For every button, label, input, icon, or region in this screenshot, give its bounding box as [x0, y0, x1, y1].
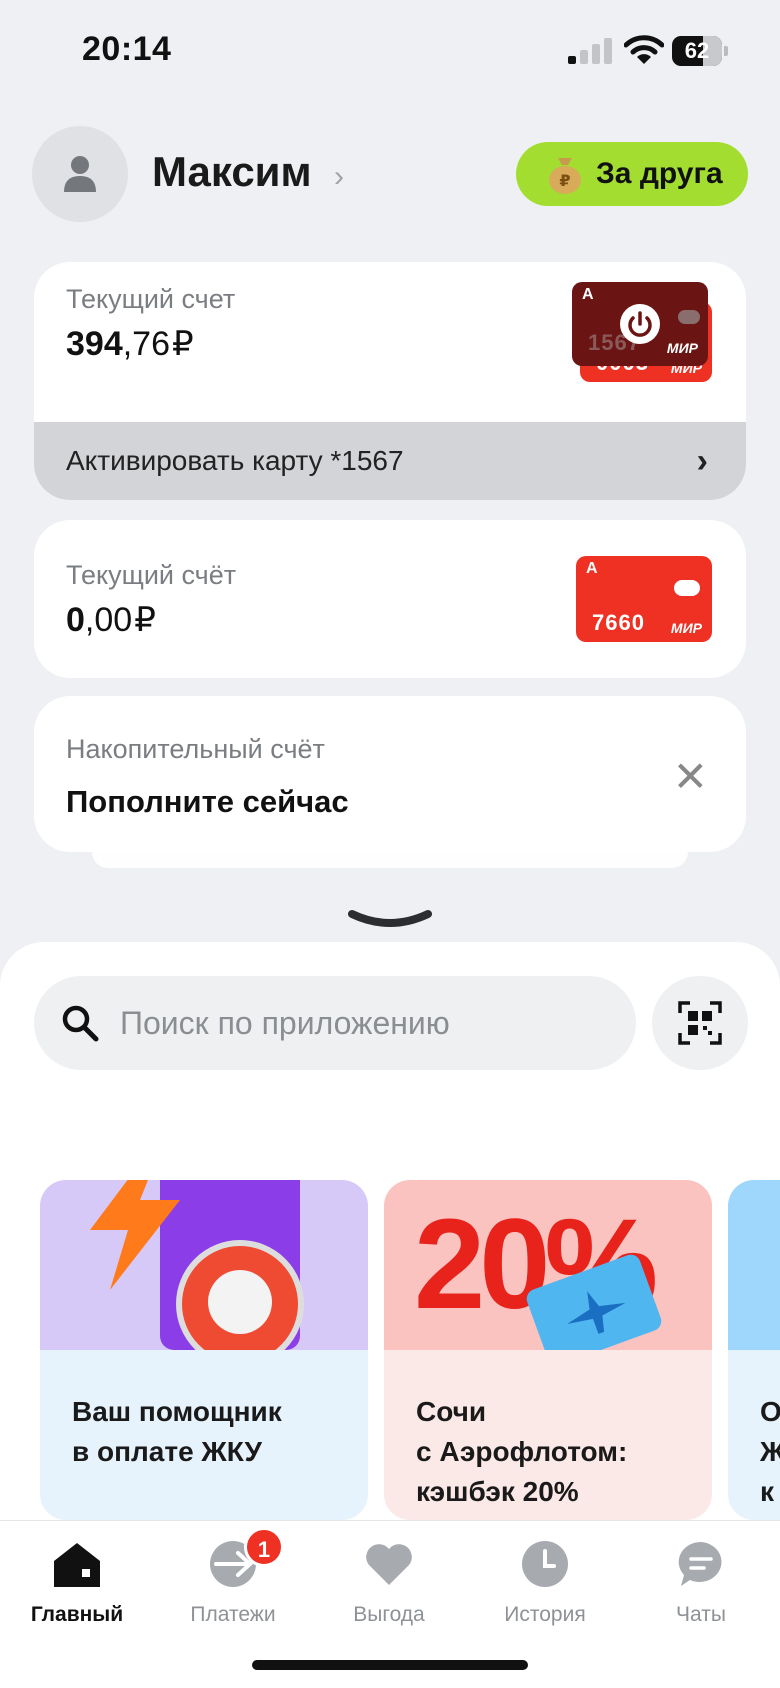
battery-icon: 62 [672, 36, 728, 66]
savings-account-card[interactable]: Накопительный счёт Пополните сейчас ✕ [34, 696, 746, 852]
tab-payments[interactable]: 1 Платежи [158, 1527, 308, 1627]
promo-title: Ваш помощник в оплате ЖКУ [72, 1396, 282, 1467]
tab-label: Главный [30, 1603, 124, 1626]
close-icon[interactable]: ✕ [673, 752, 708, 801]
search-bar[interactable]: Поиск по приложению [34, 976, 636, 1070]
chevron-right-icon: › [696, 442, 708, 480]
notification-badge: 1 [244, 1527, 284, 1567]
cloud-icon [678, 310, 700, 324]
account-balance: 394,76₽ [66, 325, 194, 363]
card-network: МИР [666, 340, 698, 356]
search-icon [60, 1003, 100, 1043]
promo-title: О Ж к [760, 1396, 780, 1507]
invite-friend-button[interactable]: ₽ За друга [516, 142, 748, 206]
card-number: 7660 [592, 610, 645, 635]
activate-card-bar[interactable]: Активировать карту *1567 › [34, 422, 746, 500]
promo-card-sochi[interactable]: 20% Сочи с Аэрофлотом: кэшбэк 20% [384, 1180, 712, 1520]
payments-icon: 1 [208, 1527, 284, 1589]
account-balance: 0,00₽ [66, 601, 156, 639]
wifi-icon [623, 34, 665, 66]
socket-icon [176, 1240, 304, 1368]
account-label: Текущий счет [66, 284, 236, 314]
chevron-down-icon[interactable] [346, 906, 434, 939]
bank-card-thumb-inactive[interactable]: A 1567 МИР [572, 282, 708, 366]
qr-scan-icon [678, 1001, 722, 1045]
profile-name[interactable]: Максим [152, 148, 312, 196]
account-card-current-1[interactable]: Текущий счет 394,76₽ 0003 МИР A 1567 МИР… [34, 262, 746, 500]
cloud-icon [674, 580, 700, 596]
tab-label: Чаты [676, 1603, 726, 1626]
money-bag-icon: ₽ [546, 154, 584, 194]
tab-label: Платежи [190, 1603, 276, 1626]
promo-card-utilities[interactable]: Ваш помощник в оплате ЖКУ [40, 1180, 368, 1520]
clock-icon [520, 1539, 570, 1589]
power-icon [620, 304, 660, 344]
more-accounts-stack[interactable] [92, 852, 688, 868]
search-input[interactable]: Поиск по приложению [120, 1005, 450, 1042]
chat-icon [676, 1539, 726, 1589]
qr-scan-button[interactable] [652, 976, 748, 1070]
svg-text:₽: ₽ [559, 171, 570, 190]
home-indicator [252, 1660, 528, 1670]
lightning-icon [80, 1180, 190, 1295]
promo-title: Сочи с Аэрофлотом: кэшбэк 20% [416, 1396, 628, 1507]
invite-friend-label: За друга [596, 157, 723, 190]
status-time: 20:14 [82, 30, 172, 68]
account-card-current-2[interactable]: Текущий счёт 0,00₽ A 7660 МИР [34, 520, 746, 678]
promo-card-partial[interactable]: О Ж к [728, 1180, 780, 1520]
tab-label: Выгода [353, 1603, 425, 1626]
heart-icon [364, 1539, 414, 1589]
tab-benefits[interactable]: Выгода [314, 1539, 464, 1627]
card-network: МИР [670, 620, 702, 636]
cellular-signal-icon [568, 38, 612, 64]
account-label: Накопительный счёт [66, 734, 325, 764]
battery-level: 62 [684, 38, 710, 63]
avatar[interactable] [32, 126, 128, 222]
bank-card-thumb[interactable]: A 7660 МИР [576, 556, 712, 642]
tab-home[interactable]: Главный [2, 1539, 152, 1627]
tab-label: История [504, 1603, 586, 1626]
status-bar: 20:14 62 [0, 0, 780, 100]
home-icon [52, 1539, 102, 1589]
activate-card-label: Активировать карту *1567 [66, 445, 404, 476]
tab-history[interactable]: История [470, 1539, 620, 1627]
savings-cta: Пополните сейчас [66, 784, 349, 819]
chevron-right-icon[interactable]: › [334, 160, 344, 194]
tab-chats[interactable]: Чаты [626, 1539, 776, 1627]
account-label: Текущий счёт [66, 560, 237, 590]
